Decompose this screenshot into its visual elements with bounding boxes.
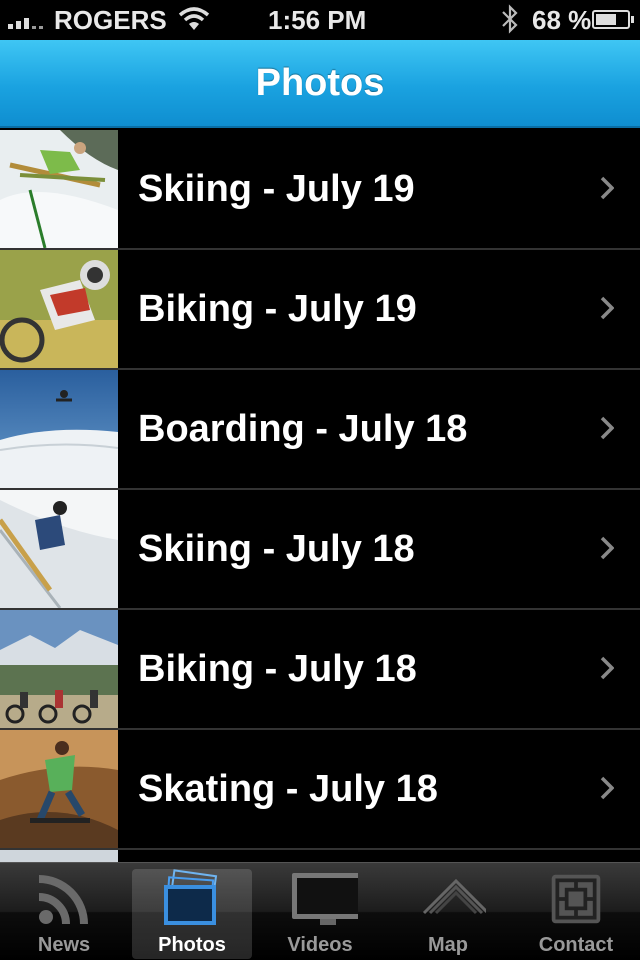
row-title: Boarding - July 18 — [138, 408, 468, 450]
wifi-icon — [178, 6, 210, 39]
row-title: Biking - July 19 — [138, 288, 417, 330]
clock: 1:56 PM — [268, 5, 367, 35]
row-title: Skiing - July 19 — [138, 168, 415, 210]
list-item[interactable]: Skiing - July 19 — [0, 130, 640, 250]
contact-icon — [551, 874, 601, 924]
list-item[interactable]: Skiing - July 18 — [0, 490, 640, 610]
biking-photo-thumbnail — [0, 250, 118, 368]
chevron-right-icon — [600, 536, 614, 560]
battery-icon — [592, 10, 634, 29]
mountain-icon — [422, 878, 486, 915]
tab-news[interactable]: News — [0, 863, 128, 960]
signal-strength-icon — [8, 13, 43, 29]
chevron-right-icon — [600, 296, 614, 320]
tab-map[interactable]: Map — [384, 863, 512, 960]
tab-bar: News Photos Videos Map Contact — [0, 862, 640, 960]
skiing-photo-thumbnail — [0, 130, 118, 248]
monitor-icon — [292, 873, 358, 925]
photo-thumbnail — [0, 850, 118, 862]
skating-photo-thumbnail — [0, 730, 118, 848]
list-item[interactable]: Boarding - July 18 — [0, 370, 640, 490]
boarding-photo-thumbnail — [0, 370, 118, 488]
biking-photo-thumbnail — [0, 610, 118, 728]
tab-label: News — [37, 934, 91, 956]
chevron-right-icon — [600, 416, 614, 440]
tab-videos[interactable]: Videos — [256, 863, 384, 960]
row-title: Biking - July 18 — [138, 648, 417, 690]
list-item[interactable]: Skating - July 18 — [0, 730, 640, 850]
list-item[interactable]: Biking - July 18 — [0, 610, 640, 730]
tab-label: Videos — [287, 934, 353, 956]
tab-label: Map — [428, 934, 468, 956]
navigation-bar: Photos — [0, 40, 640, 128]
list-item[interactable]: Biking - July 19 — [0, 250, 640, 370]
photo-album-list[interactable]: Skiing - July 19 Biking - July 19 Boardi… — [0, 130, 640, 862]
chevron-right-icon — [600, 176, 614, 200]
tab-label: Photos — [158, 934, 226, 956]
skiing-photo-thumbnail — [0, 490, 118, 608]
page-title: Photos — [255, 61, 385, 104]
rss-icon — [38, 875, 88, 925]
row-title: Skiing - July 18 — [138, 528, 415, 570]
row-title: Skating - July 18 — [138, 768, 438, 810]
battery-percent: 68 % — [532, 5, 592, 35]
list-item-partial[interactable] — [0, 850, 640, 862]
bluetooth-icon — [500, 3, 520, 42]
carrier-name: ROGERS — [54, 5, 167, 35]
tab-photos[interactable]: Photos — [128, 863, 256, 960]
chevron-right-icon — [600, 656, 614, 680]
tab-label: Contact — [538, 934, 614, 956]
tab-contact[interactable]: Contact — [512, 863, 640, 960]
photos-icon — [164, 869, 218, 925]
status-bar: ROGERS 1:56 PM 68 % — [0, 0, 640, 40]
chevron-right-icon — [600, 776, 614, 800]
